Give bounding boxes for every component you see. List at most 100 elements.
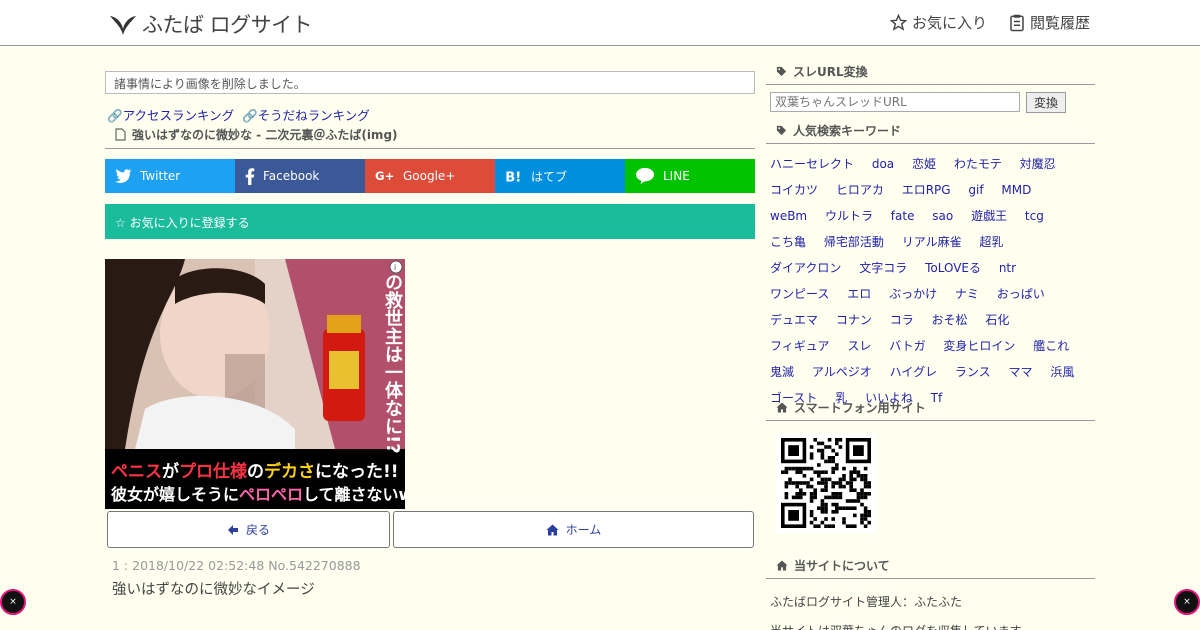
access-ranking-label: アクセスランキング xyxy=(122,108,235,123)
site-logo[interactable]: ふたば ログサイト xyxy=(108,10,313,38)
keyword-link[interactable]: バトガ xyxy=(889,339,925,353)
ad-caption-line1: ペニスがプロ仕様のデカさになった!! xyxy=(111,457,399,482)
keyword-link[interactable]: コイカツ xyxy=(770,183,818,197)
favorites-link[interactable]: お気に入り xyxy=(889,12,987,33)
keyword-link[interactable]: ハニーセレクト xyxy=(770,157,854,171)
about-title: 当サイトについて xyxy=(794,559,890,573)
keyword-link[interactable]: ウルトラ xyxy=(825,209,873,223)
thread-url-input[interactable] xyxy=(770,92,1020,112)
keyword-link[interactable]: コナン xyxy=(836,313,872,327)
keyword-link[interactable]: こち亀 xyxy=(770,235,806,249)
keyword-link[interactable]: フィギュア xyxy=(770,339,830,353)
keyword-link[interactable]: コラ xyxy=(890,313,914,327)
keyword-link[interactable]: weBm xyxy=(770,209,807,223)
keyword-link[interactable]: 浜風 xyxy=(1050,365,1074,379)
url-convert-heading: スレURL変換 xyxy=(766,59,1095,85)
keyword-link[interactable]: gif xyxy=(968,183,983,197)
favorites-label: お気に入り xyxy=(911,14,987,32)
ad-caption-line2: 彼女が嬉しそうにペロペロして離さないw xyxy=(111,481,405,505)
keyword-link[interactable]: 帰宅部活動 xyxy=(824,235,884,249)
hatena-share-button[interactable]: B! はてブ xyxy=(495,159,625,193)
googleplus-icon: G+ xyxy=(375,169,394,183)
keyword-link[interactable]: 文字コラ xyxy=(859,261,907,275)
keyword-link[interactable]: 恋姫 xyxy=(912,157,936,171)
ranking-links: 🔗アクセスランキング 🔗そうだねランキング xyxy=(107,105,370,124)
keyword-link[interactable]: 遊戯王 xyxy=(971,209,1007,223)
keyword-link[interactable]: ママ xyxy=(1009,365,1033,379)
keyword-link[interactable]: ダイアクロン xyxy=(770,261,841,275)
keyword-link[interactable]: MMD xyxy=(1001,183,1031,197)
url-convert-title: スレURL変換 xyxy=(793,65,868,79)
twitter-icon xyxy=(115,169,132,183)
facebook-share-button[interactable]: Facebook xyxy=(235,159,365,193)
keyword-link[interactable]: tcg xyxy=(1025,209,1044,223)
home-label: ホーム xyxy=(565,523,602,537)
keyword-link[interactable]: sao xyxy=(932,209,953,223)
keyword-link[interactable]: おそ松 xyxy=(932,313,968,327)
keyword-link[interactable]: 石化 xyxy=(985,313,1009,327)
keyword-link[interactable]: doa xyxy=(872,157,894,171)
keywords-heading: 人気検索キーワード xyxy=(766,118,1095,144)
keyword-link[interactable]: スレ xyxy=(847,339,871,353)
logo-text: ふたば ログサイト xyxy=(142,13,313,37)
keyword-link[interactable]: デュエマ xyxy=(770,313,818,327)
keyword-link[interactable]: ワンピース xyxy=(770,287,829,301)
souda-ranking-link[interactable]: 🔗そうだねランキング xyxy=(242,105,370,124)
keyword-link[interactable]: おっぱい xyxy=(997,287,1045,301)
line-label: LINE xyxy=(663,169,690,183)
line-share-button[interactable]: LINE xyxy=(625,159,755,193)
keyword-link[interactable]: リアル麻雀 xyxy=(902,235,962,249)
keyword-link[interactable]: 鬼滅 xyxy=(770,365,794,379)
advertisement-banner[interactable]: i の救世主は一体なに!? ペニスがプロ仕様のデカさになった!! 彼女が嬉しそう… xyxy=(105,259,405,509)
facebook-label: Facebook xyxy=(263,169,320,183)
keyword-list: ハニーセレクト doa 恋姫 わたモテ 対魔忍 コイカツ ヒロアカ エロRPG … xyxy=(770,151,1095,411)
access-ranking-link[interactable]: 🔗アクセスランキング xyxy=(107,105,234,124)
ad-vertical-text: の救世主は一体なに!? xyxy=(382,273,403,454)
close-ad-left-button[interactable]: × xyxy=(0,589,26,615)
keyword-link[interactable]: エロRPG xyxy=(902,183,951,197)
add-favorite-button[interactable]: ☆ お気に入りに登録する xyxy=(105,204,755,239)
document-icon xyxy=(115,128,126,141)
ad-caption-line2-part1: 彼女が嬉しそうに xyxy=(111,485,240,504)
convert-button[interactable]: 変換 xyxy=(1026,92,1066,113)
keyword-link[interactable]: fate xyxy=(891,209,915,223)
keyword-link[interactable]: わたモテ xyxy=(954,157,1002,171)
history-link[interactable]: 閲覧履歴 xyxy=(1009,12,1090,33)
keyword-link[interactable]: ntr xyxy=(999,261,1016,275)
keyword-link[interactable]: 超乳 xyxy=(979,235,1003,249)
post-meta: 1 : 2018/10/22 02:52:48 No.542270888 xyxy=(112,558,361,573)
keyword-link[interactable]: アルペジオ xyxy=(812,365,872,379)
keyword-link[interactable]: ToLOVEる xyxy=(925,261,981,275)
close-ad-right-button[interactable]: × xyxy=(1174,589,1200,615)
arrow-left-icon xyxy=(227,524,238,535)
keyword-link[interactable]: 艦これ xyxy=(1033,339,1069,353)
ad-caption-line2-part3: して離さないw xyxy=(303,485,405,504)
keywords-title: 人気検索キーワード xyxy=(793,124,902,138)
thread-title-text: 強いはずなのに微妙な - 二次元裏＠ふたば(img) xyxy=(132,128,398,142)
close-icon: × xyxy=(9,597,17,607)
keyword-link[interactable]: ぶっかけ xyxy=(889,287,937,301)
divider xyxy=(105,148,755,149)
ad-caption-line1-part5: デカさ xyxy=(264,462,315,482)
keyword-link[interactable]: ハイグレ xyxy=(890,365,938,379)
tag-icon xyxy=(776,66,787,77)
back-button[interactable]: 戻る xyxy=(107,511,390,548)
header-nav: お気に入り 閲覧履歴 xyxy=(889,12,1090,33)
post-body: 強いはずなのに微妙なイメージ xyxy=(112,582,315,598)
keyword-link[interactable]: 対魔忍 xyxy=(1020,157,1056,171)
ad-caption-line1-part1: ペニス xyxy=(111,462,162,482)
leaf-logo-icon xyxy=(110,16,136,35)
twitter-share-button[interactable]: Twitter xyxy=(105,159,235,193)
about-admin: ふたばログサイト管理人：ふたふた xyxy=(770,595,963,609)
keyword-link[interactable]: 変身ヒロイン xyxy=(943,339,1015,353)
svg-text:B!: B! xyxy=(505,170,521,183)
smartphone-title: スマートフォン用サイト xyxy=(794,401,926,415)
about-heading: 当サイトについて xyxy=(766,553,1095,579)
googleplus-share-button[interactable]: G+ Google+ xyxy=(365,159,495,193)
keyword-link[interactable]: エロ xyxy=(847,287,871,301)
keyword-link[interactable]: ヒロアカ xyxy=(836,183,884,197)
keyword-link[interactable]: ランス xyxy=(955,365,991,379)
home-button[interactable]: ホーム xyxy=(393,511,754,548)
keyword-link[interactable]: ナミ xyxy=(955,287,979,301)
history-label: 閲覧履歴 xyxy=(1029,14,1090,32)
